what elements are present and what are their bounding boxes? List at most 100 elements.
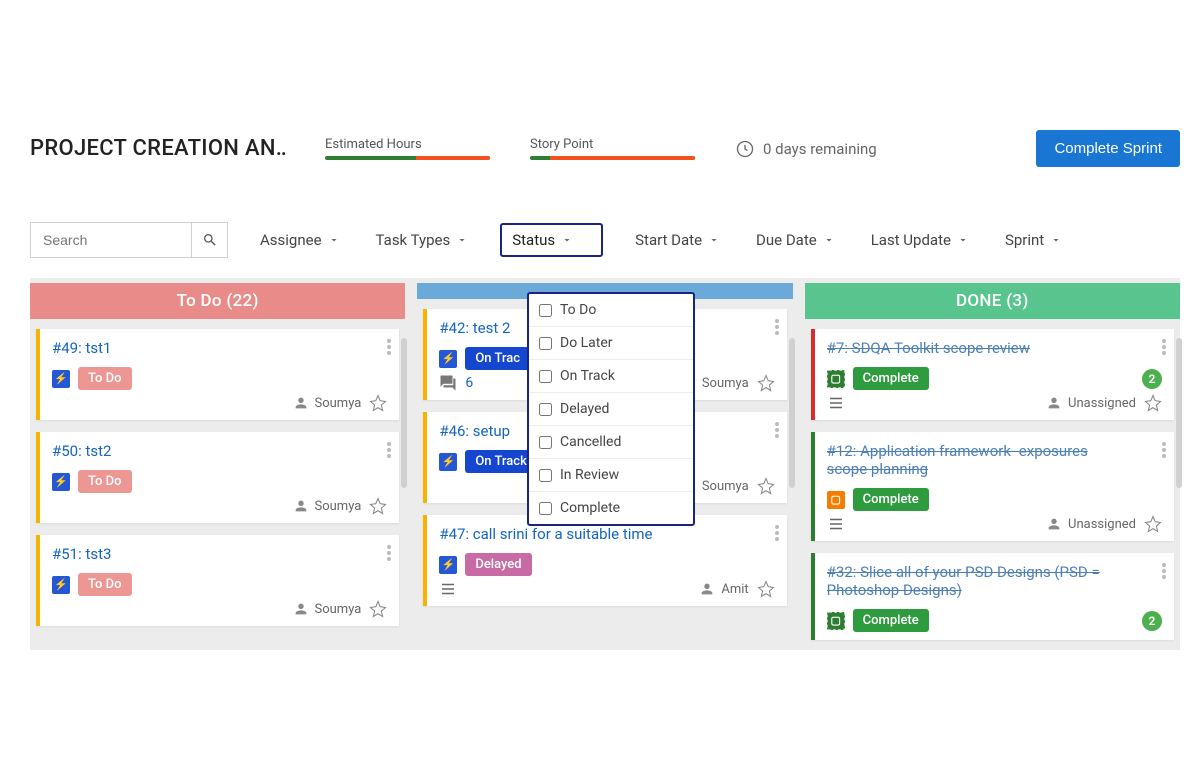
task-card[interactable]: #47: call srini for a suitable time ⚡ De… [423,515,786,606]
task-type-icon: ⚡ [439,350,457,368]
task-card[interactable]: #12: Application framework- exposures sc… [811,432,1174,541]
assignee-name: Unassigned [1068,517,1136,532]
status-checkbox[interactable] [539,370,552,383]
status-checkbox[interactable] [539,469,552,482]
search-input[interactable] [31,223,191,257]
card-title: #50: tst2 [52,442,347,460]
card-title: #32: Slice all of your PSD Designs (PSD … [827,563,1115,599]
days-remaining-text: 0 days remaining [763,140,877,158]
star-icon[interactable] [757,580,775,598]
task-card[interactable]: #50: tst2 ⚡ To Do Soumya [36,432,399,523]
status-option-todo[interactable]: To Do [529,294,693,327]
status-dropdown: To Do Do Later On Track Delayed Cancelle… [527,292,695,526]
filter-task-types[interactable]: Task Types [372,225,473,255]
search-icon [202,232,218,248]
filter-due-date[interactable]: Due Date [752,225,839,255]
task-card[interactable]: #49: tst1 ⚡ To Do Soumya [36,329,399,420]
task-type-icon: ▢ [827,370,845,388]
search-button[interactable] [191,223,227,257]
scrollbar[interactable] [789,338,795,488]
star-icon[interactable] [757,374,775,392]
star-icon[interactable] [369,497,387,515]
filter-bar: Assignee Task Types Status Start Date Du… [30,222,1180,278]
status-badge: Complete [853,367,929,390]
task-card[interactable]: #32: Slice all of your PSD Designs (PSD … [811,553,1174,640]
card-menu[interactable] [387,442,391,458]
assignee-name: Soumya [315,602,362,617]
task-type-icon: ⚡ [52,473,70,491]
card-menu[interactable] [1162,563,1166,579]
status-option-inreview[interactable]: In Review [529,459,693,492]
status-option-dolater[interactable]: Do Later [529,327,693,360]
status-option-label: On Track [560,368,615,384]
column-done: DONE (3) #7: SDQA Toolkit scope review ▢… [805,283,1180,640]
status-checkbox[interactable] [539,304,552,317]
person-icon [293,395,309,411]
story-point-label: Story Point [530,137,695,152]
task-type-icon: ⚡ [439,556,457,574]
task-type-icon: ▢ [827,491,845,509]
card-menu[interactable] [775,525,779,541]
filter-last-update[interactable]: Last Update [867,225,973,255]
task-type-icon: ▢ [827,612,845,630]
task-type-icon: ⚡ [439,453,457,471]
sprint-header: PROJECT CREATION AN… Estimated Hours Sto… [30,130,1180,167]
filter-status-label: Status [512,231,555,249]
story-point-bar [530,156,695,160]
card-menu[interactable] [1162,442,1166,458]
card-menu[interactable] [775,319,779,335]
status-checkbox[interactable] [539,436,552,449]
status-checkbox[interactable] [539,337,552,350]
card-menu[interactable] [1162,339,1166,355]
story-point-progress: Story Point [530,137,695,160]
card-menu[interactable] [387,545,391,561]
status-option-cancelled[interactable]: Cancelled [529,426,693,459]
card-menu[interactable] [387,339,391,355]
assignee: Soumya [293,498,362,514]
column-todo: To Do (22) #49: tst1 ⚡ To Do Soumya [30,283,405,640]
filter-task-types-label: Task Types [376,231,451,249]
clock-icon [735,139,755,159]
chevron-down-icon [328,234,340,246]
scrollbar[interactable] [1176,338,1182,488]
list-icon [827,394,845,412]
filter-sprint-label: Sprint [1005,231,1044,249]
card-title: #7: SDQA Toolkit scope review [827,339,1122,357]
task-card[interactable]: #51: tst3 ⚡ To Do Soumya [36,535,399,626]
complete-sprint-button[interactable]: Complete Sprint [1036,130,1180,167]
person-icon [293,498,309,514]
filter-start-date[interactable]: Start Date [631,225,724,255]
star-icon[interactable] [757,477,775,495]
card-title: #47: call srini for a suitable time [439,525,734,543]
assignee-name: Unassigned [1068,396,1136,411]
star-icon[interactable] [1144,515,1162,533]
status-badge: To Do [78,573,132,596]
star-icon[interactable] [369,600,387,618]
person-icon [293,601,309,617]
star-icon[interactable] [369,394,387,412]
filter-assignee[interactable]: Assignee [256,225,344,255]
assignee-name: Soumya [702,376,749,391]
assignee-name: Soumya [315,396,362,411]
status-option-complete[interactable]: Complete [529,492,693,524]
person-icon [699,581,715,597]
task-card[interactable]: #7: SDQA Toolkit scope review ▢ Complete… [811,329,1174,420]
assignee-name: Amit [721,582,748,597]
status-badge: Complete [853,488,929,511]
filter-status[interactable]: Status [500,223,603,257]
person-icon [1046,516,1062,532]
status-option-delayed[interactable]: Delayed [529,393,693,426]
status-checkbox[interactable] [539,502,552,515]
scrollbar[interactable] [401,338,407,488]
star-icon[interactable] [1144,394,1162,412]
project-title: PROJECT CREATION AN… [30,136,285,161]
card-menu[interactable] [775,422,779,438]
status-option-ontrack[interactable]: On Track [529,360,693,393]
assignee: Soumya [293,601,362,617]
days-remaining: 0 days remaining [735,139,877,159]
status-checkbox[interactable] [539,403,552,416]
filter-sprint[interactable]: Sprint [1001,225,1066,255]
chevron-down-icon [957,234,969,246]
chevron-down-icon [561,234,573,246]
status-option-label: Delayed [560,401,609,417]
